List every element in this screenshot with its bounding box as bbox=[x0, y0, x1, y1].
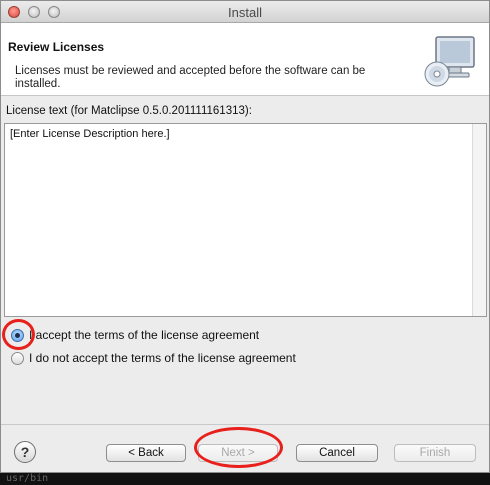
decline-license-option[interactable]: I do not accept the terms of the license… bbox=[11, 351, 296, 365]
license-text-label: License text (for Matclipse 0.5.0.201111… bbox=[6, 105, 252, 117]
license-text-area[interactable]: [Enter License Description here.] bbox=[4, 123, 487, 317]
decline-radio[interactable] bbox=[11, 351, 24, 365]
finish-button[interactable]: Finish bbox=[394, 444, 476, 462]
page-description: Licenses must be reviewed and accepted b… bbox=[15, 65, 366, 90]
next-button[interactable]: Next > bbox=[198, 444, 278, 462]
accept-license-option[interactable]: I accept the terms of the license agreem… bbox=[11, 328, 259, 342]
install-dialog: Install Review Licenses Licenses must be… bbox=[0, 0, 490, 473]
footer-divider bbox=[1, 424, 489, 425]
accept-radio-label[interactable]: I accept the terms of the license agreem… bbox=[29, 328, 259, 342]
title-bar[interactable]: Install bbox=[1, 1, 489, 23]
license-text-content: [Enter License Description here.] bbox=[10, 128, 170, 140]
install-cd-monitor-icon bbox=[424, 36, 475, 87]
decline-radio-label[interactable]: I do not accept the terms of the license… bbox=[29, 351, 296, 365]
radio-selected-indicator bbox=[15, 332, 20, 338]
accept-radio[interactable] bbox=[11, 328, 24, 342]
license-scrollbar[interactable] bbox=[472, 124, 486, 316]
background-terminal-text: usr/bin bbox=[0, 473, 490, 485]
help-button[interactable]: ? bbox=[14, 441, 36, 463]
wizard-header: Review Licenses Licenses must be reviewe… bbox=[1, 23, 489, 96]
window-title: Install bbox=[228, 5, 262, 20]
page-title: Review Licenses bbox=[8, 40, 105, 54]
cancel-button[interactable]: Cancel bbox=[296, 444, 378, 462]
back-button[interactable]: < Back bbox=[106, 444, 186, 462]
